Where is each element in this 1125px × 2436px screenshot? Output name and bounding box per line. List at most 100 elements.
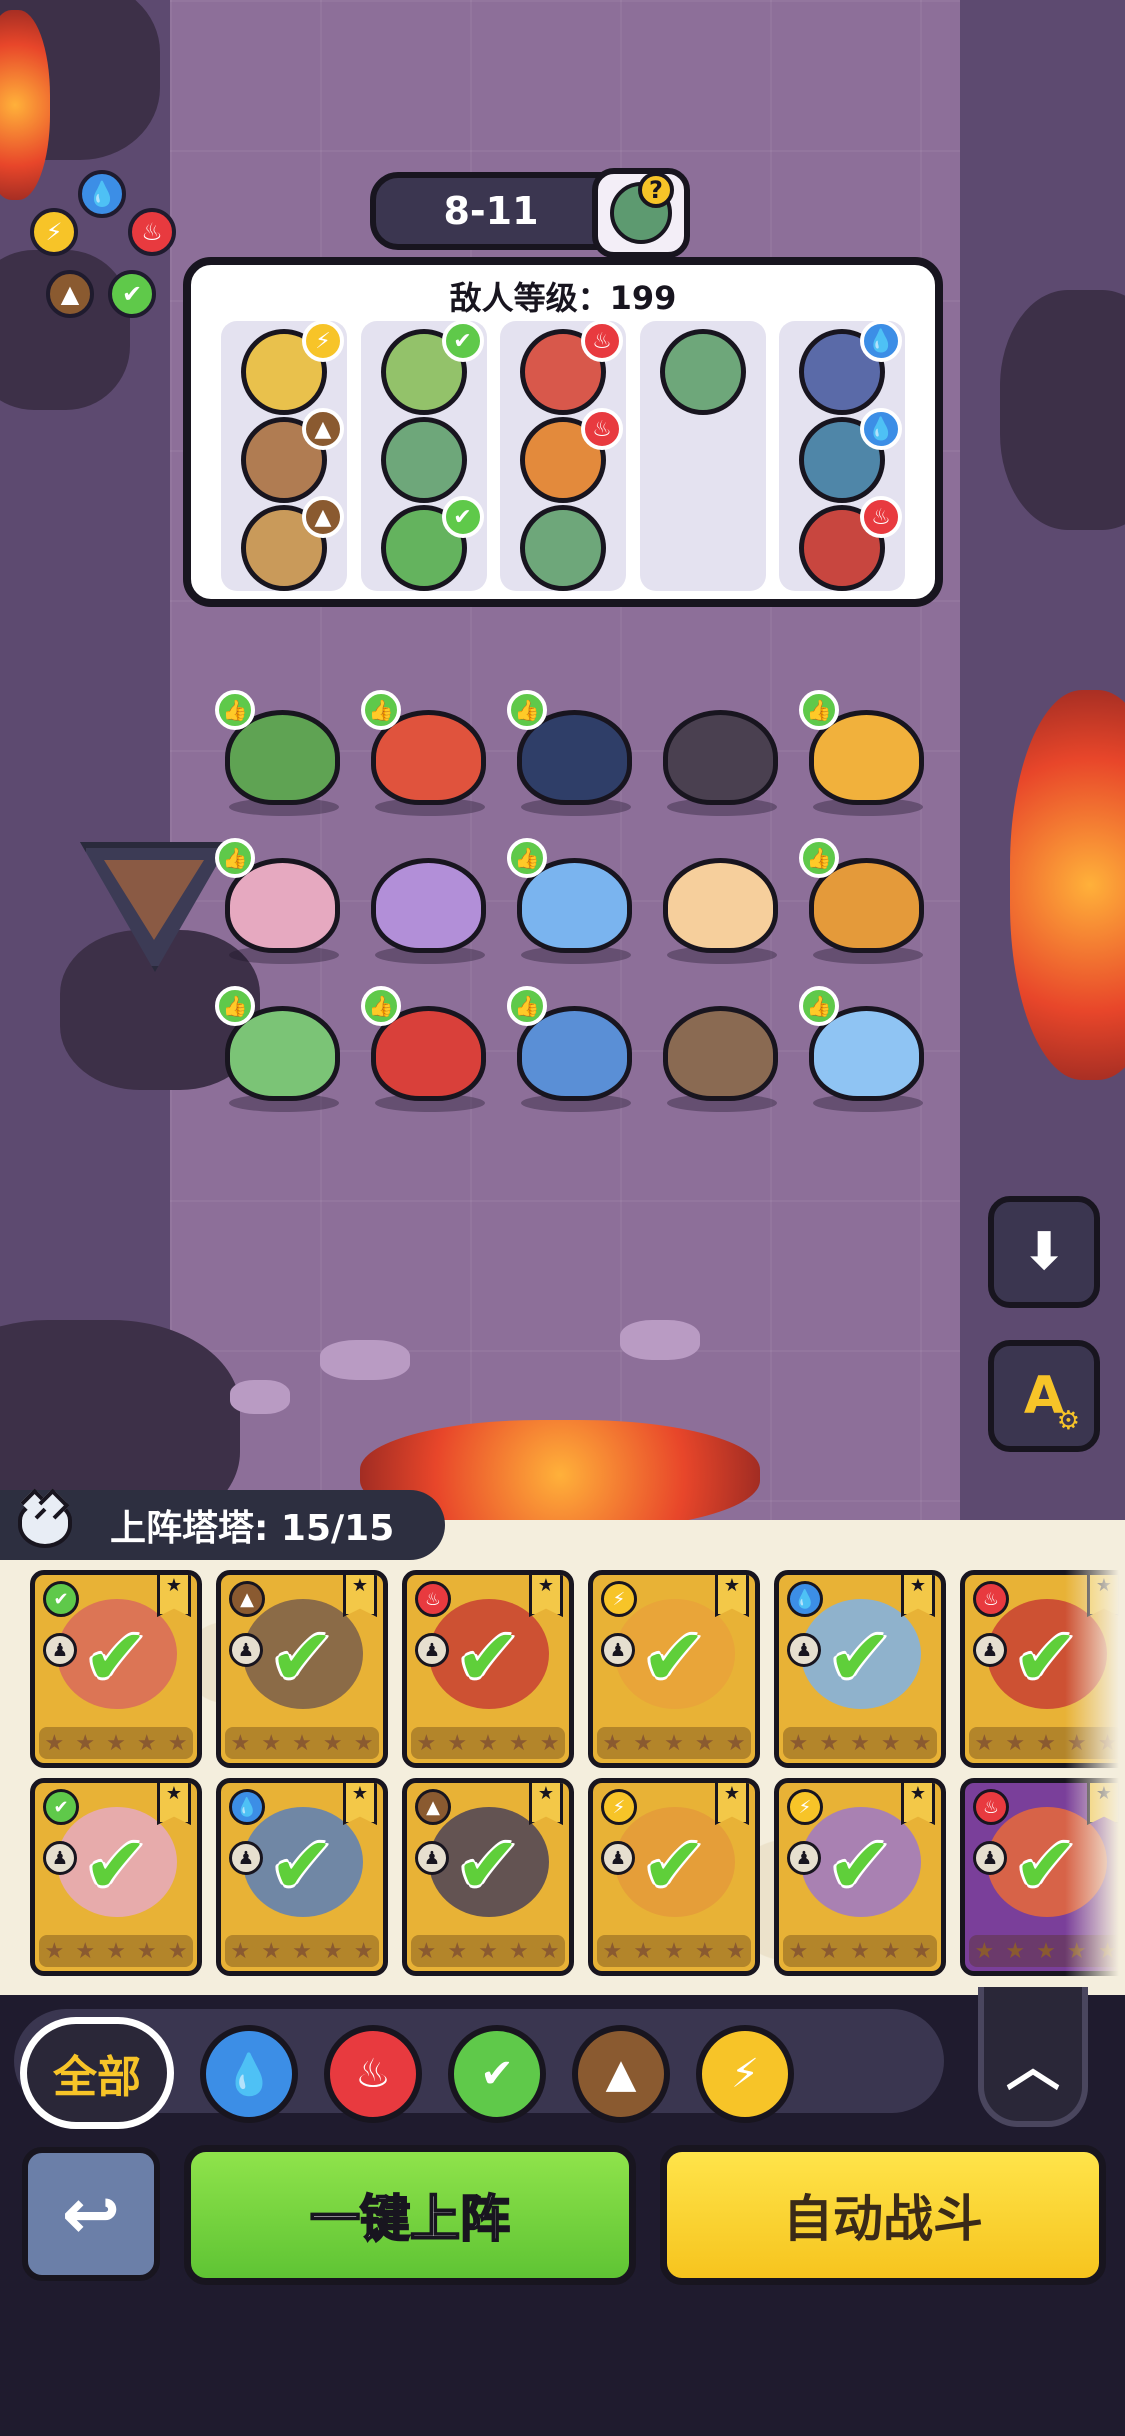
checkmark-icon: ✔: [827, 1613, 893, 1704]
filter-all-button[interactable]: 全部: [20, 2017, 174, 2129]
roster-card[interactable]: ⚡ ♟ ★ ★ ★ ★ ★ ★ ✔: [588, 1778, 760, 1976]
checkmark-icon: ✔: [455, 1821, 521, 1912]
roster-card[interactable]: ▲ ♟ ★ ★ ★ ★ ★ ★ ✔: [216, 1570, 388, 1768]
star-icon: ★: [633, 1730, 654, 1756]
player-unit[interactable]: 👍: [361, 690, 491, 810]
enemy-preview-panel: 敌人等级：199 ⚡ ▲ ▲ ✔ ✔ ♨ ♨ 💧 💧 ♨: [183, 257, 943, 607]
auto-settings-button[interactable]: A ⚙: [988, 1340, 1100, 1452]
filter-leaf-button[interactable]: ✔: [448, 2025, 546, 2123]
roster-card[interactable]: ⚡ ♟ ★ ★ ★ ★ ★ ★ ✔: [588, 1570, 760, 1768]
fire-element-icon: ♨: [128, 208, 176, 256]
roster-card[interactable]: ⚡ ♟ ★ ★ ★ ★ ★ ★ ✔: [774, 1778, 946, 1976]
enemy-unit[interactable]: 💧: [799, 408, 902, 503]
download-icon: ⬇: [1022, 1222, 1066, 1282]
enemy-unit[interactable]: ▲: [241, 408, 344, 503]
role-icon: ♟: [973, 1633, 1007, 1667]
player-unit[interactable]: [653, 838, 783, 958]
water-element-icon: 💧: [78, 170, 126, 218]
enemy-unit[interactable]: 💧: [799, 320, 902, 415]
enemy-unit[interactable]: ♨: [520, 408, 623, 503]
checkmark-icon: ✔: [83, 1821, 149, 1912]
enemy-unit[interactable]: ⚡: [241, 320, 344, 415]
player-unit[interactable]: 👍: [507, 690, 637, 810]
enemy-unit[interactable]: [659, 329, 746, 415]
water-element-icon: 💧: [229, 1789, 265, 1825]
star-icon: ★: [664, 1938, 684, 1964]
roster-card[interactable]: ▲ ♟ ★ ★ ★ ★ ★ ★ ✔: [402, 1778, 574, 1976]
star-icon: ★: [850, 1730, 870, 1756]
player-unit[interactable]: 👍: [215, 986, 345, 1106]
role-icon: ♟: [601, 1841, 635, 1875]
bolt-element-icon: ⚡: [787, 1789, 823, 1825]
roster-card[interactable]: 💧 ♟ ★ ★ ★ ★ ★ ★ ✔: [774, 1570, 946, 1768]
roster-panel: ✔ ♟ ★ ★ ★ ★ ★ ★ ✔ ▲ ♟ ★ ★ ★ ★ ★ ★ ✔ ♨ ♟ ★ ★ ★ ★ ★ ★ ✔ ⚡ ♟ ★ ★ ★ ★ ★ ★ ✔ 💧 ♟ ★ ★…: [0, 1520, 1125, 1995]
star-icon: ★: [478, 1730, 498, 1756]
enemy-unit[interactable]: ✔: [380, 320, 484, 415]
roster-card[interactable]: 💧 ♟ ★ ★ ★ ★ ★ ★ ✔: [216, 1778, 388, 1976]
enemy-unit[interactable]: [520, 505, 606, 591]
star-icon: ★: [230, 1938, 251, 1964]
thumbs-up-icon: 👍: [215, 986, 255, 1026]
star-icon: ★: [1005, 1938, 1026, 1964]
back-button[interactable]: ↩: [22, 2147, 160, 2281]
earth-element-icon: ▲: [302, 496, 344, 538]
leaf-element-icon: ✔: [441, 496, 484, 538]
checkmark-icon: ✔: [827, 1821, 893, 1912]
star-rating: ★ ★ ★ ★ ★: [411, 1727, 565, 1759]
enemy-unit[interactable]: ♨: [799, 496, 902, 591]
role-icon: ♟: [229, 1841, 263, 1875]
one-click-deploy-button[interactable]: 一键上阵: [184, 2145, 636, 2285]
leaf-element-icon: ✔: [43, 1789, 79, 1825]
player-unit[interactable]: 👍: [799, 986, 929, 1106]
player-unit[interactable]: 👍: [361, 986, 491, 1106]
star-icon: ★: [106, 1938, 126, 1964]
star-icon: ★: [974, 1730, 995, 1756]
star-icon: ★: [880, 1730, 901, 1756]
star-rating: ★ ★ ★ ★ ★: [597, 1727, 751, 1759]
roster-count-text: 上阵塔塔: 15/15: [110, 1508, 395, 1549]
fire-element-icon: ♨: [581, 408, 623, 450]
bookmark-icon: ★: [157, 1575, 191, 1617]
player-unit[interactable]: [653, 690, 783, 810]
filter-fire-button[interactable]: ♨: [324, 2025, 422, 2123]
roster-card[interactable]: ✔ ♟ ★ ★ ★ ★ ★ ★ ✔: [30, 1778, 202, 1976]
star-icon: ★: [292, 1730, 312, 1756]
cat-icon: [18, 1502, 72, 1548]
enemy-unit[interactable]: [380, 417, 467, 503]
filter-earth-button[interactable]: ▲: [572, 2025, 670, 2123]
auto-battle-button[interactable]: 自动战斗: [660, 2145, 1106, 2285]
enemy-unit[interactable]: ♨: [520, 320, 623, 415]
bookmark-icon: ★: [715, 1783, 749, 1825]
thumbs-up-icon: 👍: [215, 838, 255, 878]
bookmark-icon: ★: [901, 1575, 935, 1617]
star-icon: ★: [1036, 1730, 1056, 1756]
filter-water-button[interactable]: 💧: [200, 2025, 298, 2123]
star-rating: ★ ★ ★ ★ ★: [225, 1935, 379, 1967]
star-rating: ★ ★ ★ ★ ★: [39, 1935, 193, 1967]
roster-card[interactable]: ♨♟★★★★★★✔: [402, 1570, 574, 1768]
roster-card[interactable]: ✔ ♟ ★ ★ ★ ★ ★ ★ ✔: [30, 1570, 202, 1768]
enemy-unit[interactable]: ✔: [380, 496, 484, 591]
player-unit[interactable]: 👍: [507, 986, 637, 1106]
star-icon: ★: [788, 1730, 809, 1756]
player-unit[interactable]: 👍: [799, 690, 929, 810]
player-unit[interactable]: 👍: [215, 838, 345, 958]
boss-preview-button[interactable]: ?: [592, 168, 690, 258]
roster-count-label: 上阵塔塔: 15/15: [0, 1490, 445, 1560]
player-unit[interactable]: 👍: [799, 838, 929, 958]
player-unit[interactable]: [653, 986, 783, 1106]
earth-icon: ▲: [605, 2051, 637, 2097]
player-unit[interactable]: 👍: [215, 690, 345, 810]
checkmark-icon: ✔: [83, 1613, 149, 1704]
player-unit[interactable]: [361, 838, 491, 958]
download-formation-button[interactable]: ⬇: [988, 1196, 1100, 1308]
star-icon: ★: [416, 1730, 437, 1756]
bookmark-icon: ★: [529, 1575, 563, 1617]
enemy-unit[interactable]: ▲: [241, 496, 344, 591]
rock-decoration: [1000, 290, 1125, 530]
collapse-button[interactable]: ︿: [978, 1987, 1088, 2127]
filter-bolt-button[interactable]: ⚡: [696, 2025, 794, 2123]
star-icon: ★: [694, 1730, 715, 1756]
star-rating: ★ ★ ★ ★ ★: [225, 1727, 379, 1759]
player-unit[interactable]: 👍: [507, 838, 637, 958]
